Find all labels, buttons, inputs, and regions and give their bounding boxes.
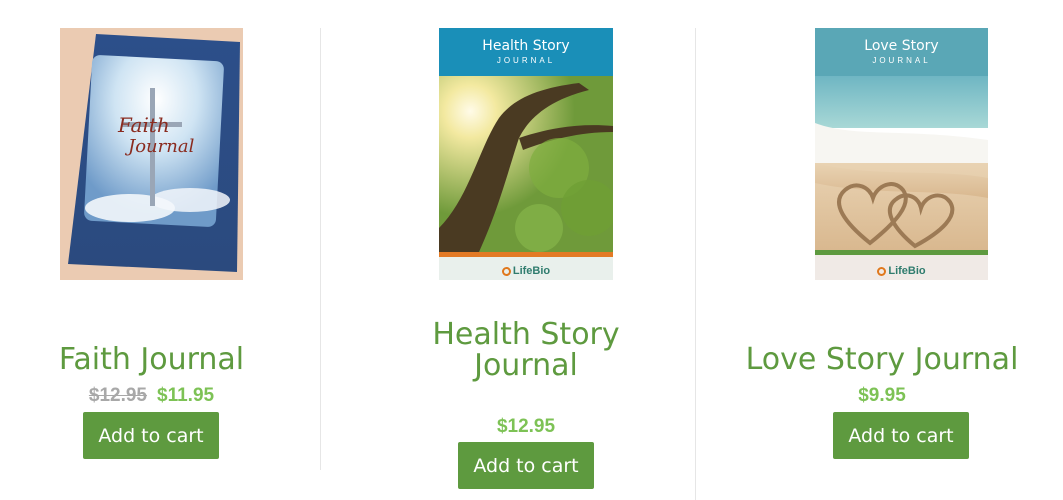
product-image[interactable]: Love Story JOURNAL LifeBio [815, 28, 988, 280]
add-to-cart-button[interactable]: Add to cart [458, 442, 594, 489]
sale-price: $11.95 [157, 385, 215, 406]
price: $9.95 [858, 385, 906, 406]
cover-heading-text: Love Story [864, 38, 939, 54]
product-title[interactable]: Health Story Journal [406, 319, 646, 381]
product-title[interactable]: Faith Journal [0, 344, 303, 375]
cover-subheading-text: Journal [124, 136, 195, 157]
product-card-faith-journal: Faith Journal Faith Journal $12.95 $11.95… [0, 0, 303, 500]
product-card-health-story-journal: Health Story JOURNAL LifeBio Health Stor… [321, 0, 731, 500]
product-title[interactable]: Love Story Journal [701, 344, 1063, 375]
lifebio-logo: LifeBio [815, 265, 988, 277]
price-row: $12.95 [321, 416, 731, 438]
product-image[interactable]: Faith Journal [60, 28, 243, 280]
price-row: $9.95 [701, 385, 1063, 407]
lifebio-logo: LifeBio [439, 265, 613, 277]
add-to-cart-button[interactable]: Add to cart [83, 412, 219, 459]
cover-heading-text: Faith [117, 113, 170, 137]
cover-header: Love Story JOURNAL [815, 28, 988, 76]
product-image[interactable]: Health Story JOURNAL LifeBio [439, 28, 613, 280]
add-to-cart-button[interactable]: Add to cart [833, 412, 969, 459]
cover-header: Health Story JOURNAL [439, 28, 613, 76]
price: $12.95 [496, 416, 556, 437]
product-card-love-story-journal: Love Story JOURNAL LifeBio Love Story Jo… [701, 0, 1063, 500]
cover-heading-text: Health Story [482, 38, 570, 54]
cover-subheading-text: JOURNAL [872, 56, 931, 65]
faith-journal-cover-image: Faith Journal [60, 28, 243, 280]
price-row: $12.95 $11.95 [0, 385, 303, 407]
original-price: $12.95 [88, 385, 148, 406]
cover-subheading-text: JOURNAL [496, 56, 556, 65]
